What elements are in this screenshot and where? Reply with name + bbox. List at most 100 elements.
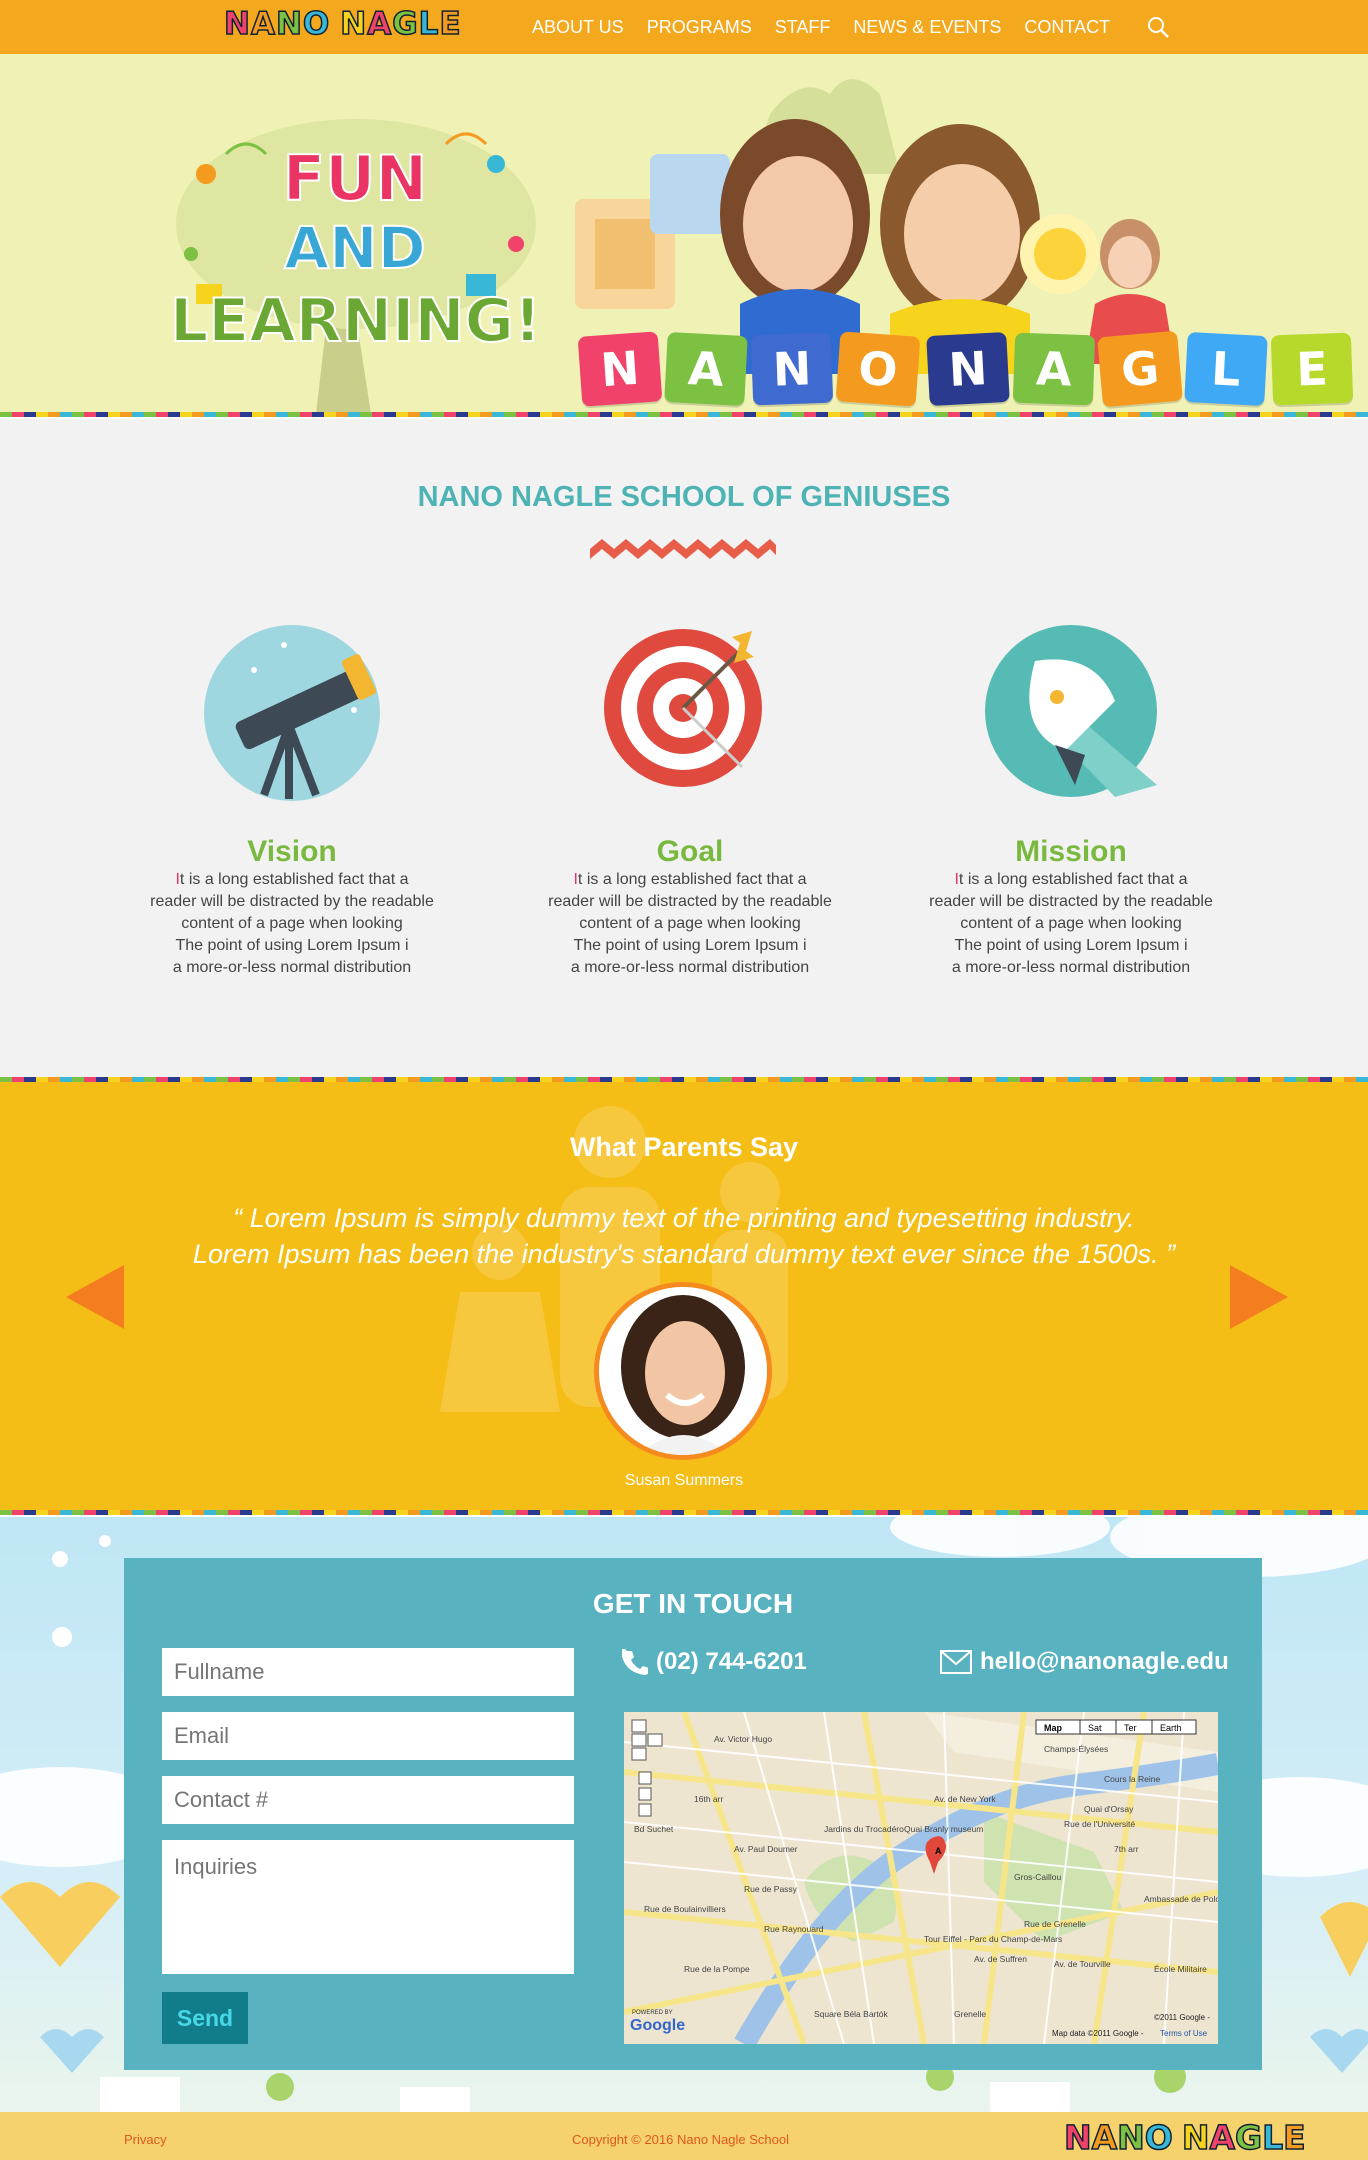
map-street-label: Rue Raynouard bbox=[764, 1924, 824, 1934]
map-type-tab-sat[interactable]: Sat bbox=[1079, 1719, 1117, 1735]
next-arrow-icon[interactable] bbox=[1228, 1265, 1288, 1329]
map-street-label: Champs-Élysées bbox=[1044, 1744, 1108, 1754]
logo-letter: A bbox=[1091, 2117, 1118, 2158]
description-line: content of a page when looking bbox=[181, 915, 403, 932]
map-street-label: Av. de New York bbox=[934, 1794, 996, 1804]
description-line: reader will be distracted by the readabl… bbox=[929, 893, 1213, 910]
email-address[interactable]: hello@nanonagle.edu bbox=[980, 1648, 1229, 1676]
footer-logo[interactable]: NANO NAGLE bbox=[1063, 2117, 1306, 2158]
logo-letter: E bbox=[1282, 2117, 1306, 2158]
logo-letter: N bbox=[340, 5, 367, 43]
logo-letter: N bbox=[223, 5, 250, 43]
description-line: reader will be distracted by the readabl… bbox=[150, 893, 434, 910]
nav-item-news-events[interactable]: NEWS & EVENTS bbox=[853, 17, 1001, 38]
description-line: a more-or-less normal distribution bbox=[570, 959, 810, 976]
color-stripe-divider bbox=[0, 1510, 1368, 1515]
fullname-field[interactable] bbox=[162, 1648, 574, 1696]
map-type-tab-ter[interactable]: Ter bbox=[1115, 1719, 1153, 1735]
logo-letter: G bbox=[391, 5, 418, 43]
logo-letter: E bbox=[439, 5, 462, 43]
map-terms-link[interactable]: Terms of Use bbox=[1160, 2029, 1208, 2038]
search-icon[interactable] bbox=[1146, 15, 1170, 39]
contact-number-field[interactable] bbox=[162, 1776, 574, 1824]
logo-letter: N bbox=[1181, 2117, 1210, 2158]
map-street-label: Av. de Suffren bbox=[974, 1954, 1027, 1964]
map-copyright: ©2011 Google - bbox=[1154, 2013, 1210, 2022]
logo-letter: L bbox=[418, 5, 439, 43]
map-street-label: Cours la Reine bbox=[1104, 1774, 1160, 1784]
logo-letter: L bbox=[1261, 2117, 1284, 2158]
rocket-icon bbox=[985, 625, 1157, 797]
feature-title: Mission bbox=[1015, 835, 1127, 868]
letter-block: L bbox=[1184, 331, 1268, 407]
testimonials-title: What Parents Say bbox=[569, 1132, 799, 1162]
phone-icon bbox=[622, 1649, 648, 1675]
map-street-label: Jardins du Trocadéro bbox=[824, 1824, 904, 1834]
logo-letter: G bbox=[1234, 2117, 1263, 2158]
envelope-icon bbox=[940, 1650, 972, 1674]
map-street-label: Tour Eiffel - Parc du Champ-de-Mars bbox=[924, 1934, 1062, 1944]
nav-item-contact[interactable]: CONTACT bbox=[1024, 17, 1110, 38]
email-info: hello@nanonagle.edu bbox=[940, 1648, 1229, 1676]
description-line: The point of using Lorem Ipsum i bbox=[954, 937, 1188, 954]
logo-letter bbox=[1173, 2118, 1181, 2157]
letter-block: N bbox=[577, 331, 663, 407]
letter-block: O bbox=[835, 331, 921, 407]
nav-item-staff[interactable]: STAFF bbox=[775, 17, 831, 38]
description-line: The point of using Lorem Ipsum i bbox=[573, 937, 807, 954]
logo-letter bbox=[330, 6, 338, 42]
contact-panel: GET IN TOUCH Send (02) 744-6201 hello@na… bbox=[124, 1558, 1262, 2070]
map-street-label: Rue de Grenelle bbox=[1024, 1919, 1086, 1929]
site-footer: Privacy Copyright © 2016 Nano Nagle Scho… bbox=[0, 2112, 1368, 2160]
children-photo-illustration bbox=[575, 79, 1175, 374]
map-tab-label: Map bbox=[1044, 1723, 1063, 1733]
map-street-label: Rue de l'Université bbox=[1064, 1819, 1135, 1829]
site-logo[interactable]: NANO NAGLE bbox=[223, 5, 462, 43]
map-street-label: Quai d'Orsay bbox=[1084, 1804, 1134, 1814]
description-line: reader will be distracted by the readabl… bbox=[548, 893, 832, 910]
map-tab-label: Ter bbox=[1124, 1723, 1137, 1733]
feature-description: It is a long established fact that a read… bbox=[911, 869, 1231, 979]
phone-info: (02) 744-6201 bbox=[622, 1648, 807, 1676]
previous-arrow-icon[interactable] bbox=[66, 1265, 126, 1329]
map-data-credit: Map data ©2011 Google - bbox=[1052, 2029, 1144, 2038]
color-stripe-divider bbox=[0, 412, 1368, 417]
email-field[interactable] bbox=[162, 1712, 574, 1760]
letter-block: A bbox=[664, 331, 748, 407]
map-tab-label: Sat bbox=[1088, 1723, 1102, 1733]
map-street-label: 16th arr bbox=[694, 1794, 723, 1804]
map-street-label: Rue de Boulainvilliers bbox=[644, 1904, 726, 1914]
testimonials-section: What Parents Say “ Lorem Ipsum is simply… bbox=[0, 1082, 1368, 1512]
map-street-label: Bd Suchet bbox=[634, 1824, 674, 1834]
footer-copyright: Copyright © 2016 Nano Nagle School bbox=[572, 2132, 789, 2147]
hero-banner: FUN AND LEARNING! NANONAGLE bbox=[0, 54, 1368, 414]
map-type-tab-earth[interactable]: Earth bbox=[1151, 1719, 1197, 1735]
send-button[interactable]: Send bbox=[162, 1992, 248, 2044]
logo-letter: A bbox=[250, 5, 276, 43]
map-street-label: Av. Paul Doumer bbox=[734, 1844, 798, 1854]
letter-block: N bbox=[926, 331, 1010, 407]
privacy-link[interactable]: Privacy bbox=[124, 2132, 167, 2147]
logo-letter: N bbox=[275, 5, 302, 43]
zigzag-divider bbox=[590, 539, 776, 559]
contact-title: GET IN TOUCH bbox=[592, 1588, 794, 1619]
map-street-label: Quai Branly museum bbox=[904, 1824, 983, 1834]
section-title: NANO NAGLE SCHOOL OF GENIUSES bbox=[417, 481, 951, 513]
nav-item-programs[interactable]: PROGRAMS bbox=[647, 17, 752, 38]
map-pin-label: A bbox=[935, 1846, 942, 1856]
description-line: t is a long established fact that a bbox=[577, 871, 807, 888]
phone-number[interactable]: (02) 744-6201 bbox=[656, 1648, 807, 1676]
testimonial-author: Susan Summers bbox=[624, 1472, 744, 1489]
inquiries-field[interactable] bbox=[162, 1840, 574, 1974]
map-powered-by: POWERED BY bbox=[632, 2010, 673, 2016]
location-map[interactable]: Champs-Élysées 16th arr Av. Victor Hugo Jar… bbox=[624, 1712, 1218, 2044]
feature-goal: Goal It is a long established fact that a… bbox=[530, 835, 850, 979]
description-line: a more-or-less normal distribution bbox=[172, 959, 412, 976]
nav-item-about-us[interactable]: ABOUT US bbox=[532, 17, 624, 38]
main-nav: ABOUT US PROGRAMS STAFF NEWS & EVENTS CONTAC… bbox=[532, 17, 1110, 38]
map-street-label: Grenelle bbox=[954, 2009, 986, 2019]
map-street-label: 7th arr bbox=[1114, 1844, 1139, 1854]
quote-line: Lorem Ipsum has been the industry's stan… bbox=[192, 1239, 1176, 1269]
map-type-tab-map[interactable]: Map bbox=[1035, 1719, 1081, 1735]
logo-letter: A bbox=[1209, 2117, 1236, 2158]
